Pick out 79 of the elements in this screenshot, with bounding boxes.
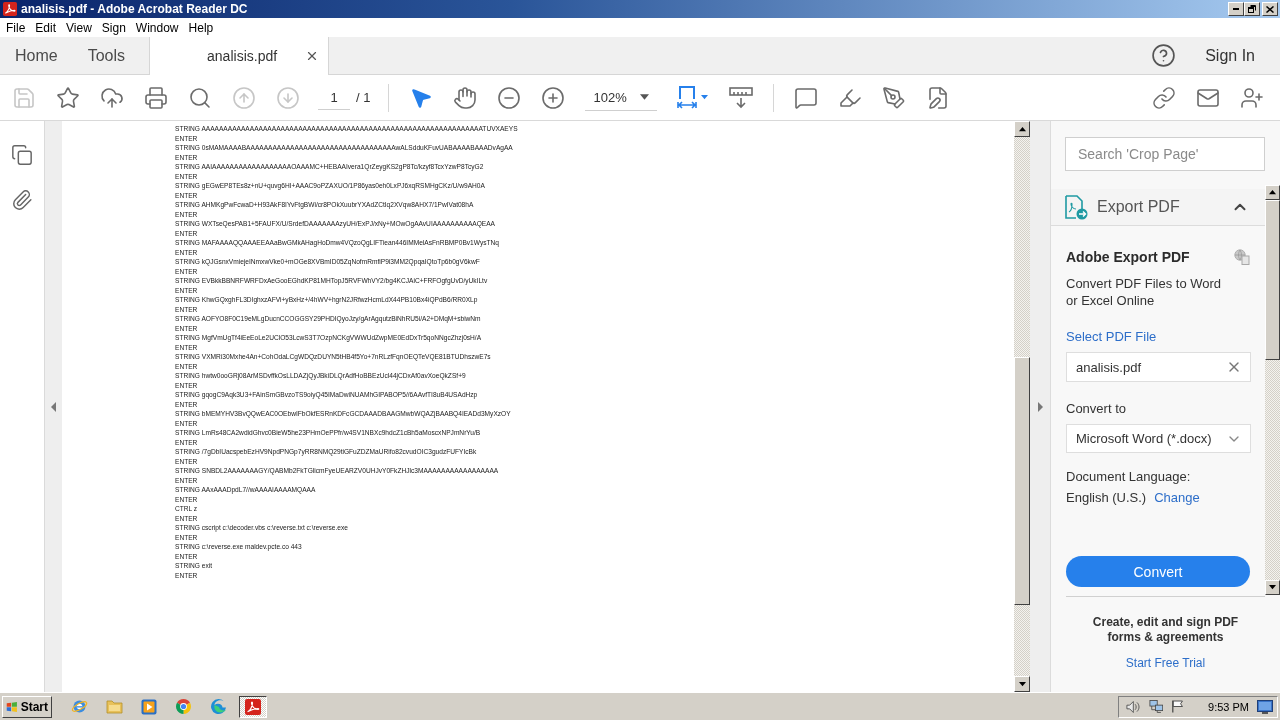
close-icon bbox=[1266, 5, 1274, 13]
zoom-dropdown[interactable]: 102% bbox=[585, 84, 658, 111]
nav-tab[interactable]: Home bbox=[0, 37, 73, 74]
scroll-up-button[interactable] bbox=[1014, 121, 1030, 137]
select-file-link[interactable]: Select PDF File bbox=[1066, 328, 1157, 345]
export-pdf-section-header[interactable]: Export PDF bbox=[1051, 189, 1265, 226]
menu-item[interactable]: File bbox=[1, 20, 31, 35]
paperclip-icon[interactable] bbox=[11, 189, 33, 211]
scroll-down-button[interactable] bbox=[1265, 580, 1280, 595]
export-pdf-icon bbox=[1064, 194, 1088, 220]
window-title: analisis.pdf - Adobe Acrobat Reader DC bbox=[21, 2, 248, 16]
document-tab[interactable]: analisis.pdf bbox=[149, 37, 330, 75]
up-arrow-icon bbox=[1018, 125, 1026, 133]
search-icon[interactable] bbox=[188, 85, 212, 110]
zoom-in-icon[interactable] bbox=[541, 85, 566, 110]
restore-icon bbox=[1248, 5, 1256, 13]
close-button[interactable] bbox=[1262, 2, 1278, 16]
menu-item[interactable]: Edit bbox=[30, 20, 62, 35]
section-heading: Adobe Export PDF bbox=[1066, 248, 1190, 266]
page-count: / 1 bbox=[356, 90, 371, 105]
hand-icon[interactable] bbox=[453, 85, 478, 110]
star-icon[interactable] bbox=[56, 85, 80, 110]
menu-item[interactable]: Help bbox=[183, 20, 219, 35]
down-arrow-icon bbox=[1269, 584, 1276, 591]
desktop-icon[interactable] bbox=[1257, 699, 1273, 714]
print-icon[interactable] bbox=[144, 85, 168, 110]
format-dropdown[interactable]: Microsoft Word (*.docx) bbox=[1066, 424, 1251, 453]
pen-icon[interactable] bbox=[882, 85, 907, 110]
file-field[interactable]: analisis.pdf bbox=[1066, 352, 1251, 382]
windows-logo-icon bbox=[6, 699, 18, 714]
menu-item[interactable]: View bbox=[61, 20, 97, 35]
page-number-field[interactable]: 1 bbox=[318, 85, 350, 110]
caret-icon bbox=[640, 93, 650, 101]
sign-in-button[interactable]: Sign In bbox=[1205, 46, 1255, 65]
pages-icon[interactable] bbox=[11, 144, 33, 166]
down-arrow-icon bbox=[1018, 680, 1026, 688]
field-label: Document Language: bbox=[1066, 468, 1191, 485]
promo-text: Create, edit and sign PDF forms & agreements bbox=[1091, 615, 1240, 645]
clock: 9:53 PM bbox=[1208, 700, 1249, 713]
change-link[interactable]: Change bbox=[1154, 489, 1200, 506]
search-field[interactable]: Search 'Crop Page' bbox=[1065, 137, 1265, 171]
browser-icon[interactable] bbox=[71, 698, 88, 715]
scrollbar-thumb[interactable] bbox=[1014, 357, 1030, 605]
media-player-icon[interactable] bbox=[141, 698, 157, 715]
network-icon[interactable] bbox=[1148, 699, 1164, 714]
scroll-mode-icon[interactable] bbox=[729, 86, 754, 109]
menu-item[interactable]: Sign bbox=[96, 20, 131, 35]
minimize-icon bbox=[1233, 8, 1239, 10]
pdf-logo-icon bbox=[3, 2, 17, 16]
task-button[interactable] bbox=[239, 695, 267, 718]
cloud-upload-icon[interactable] bbox=[100, 85, 124, 110]
flag-icon[interactable] bbox=[1171, 699, 1185, 714]
fit-page-icon[interactable] bbox=[676, 86, 699, 109]
zoom-out-icon[interactable] bbox=[497, 85, 522, 110]
restore-button[interactable] bbox=[1244, 2, 1260, 16]
scroll-up-button[interactable] bbox=[1265, 185, 1280, 200]
globe-document-icon bbox=[1234, 249, 1250, 265]
scroll-down-button[interactable] bbox=[1014, 676, 1030, 692]
speaker-icon[interactable] bbox=[1126, 699, 1141, 714]
menu-item[interactable]: Window bbox=[130, 20, 184, 35]
comment-icon[interactable] bbox=[794, 85, 819, 110]
nav-tab[interactable]: Tools bbox=[72, 37, 141, 74]
left-arrow-icon[interactable] bbox=[50, 401, 57, 412]
up-arrow-icon bbox=[1269, 189, 1276, 196]
field-label: Convert to bbox=[1066, 400, 1126, 417]
caret-icon[interactable] bbox=[701, 94, 709, 101]
add-user-icon[interactable] bbox=[1240, 85, 1264, 110]
language-value: English (U.S.) bbox=[1066, 489, 1147, 506]
convert-button[interactable]: Convert bbox=[1066, 556, 1250, 587]
help-icon[interactable] bbox=[1151, 43, 1177, 68]
browser-icon[interactable] bbox=[175, 698, 192, 715]
description-text: Convert PDF Files to Word or Excel Online bbox=[1066, 275, 1223, 309]
start-trial-link[interactable]: Start Free Trial bbox=[1125, 655, 1206, 672]
pdf-icon bbox=[245, 698, 261, 715]
minimize-button[interactable] bbox=[1228, 2, 1244, 16]
start-button[interactable]: Start bbox=[2, 695, 52, 718]
link-icon[interactable] bbox=[1152, 85, 1176, 110]
right-arrow-icon[interactable] bbox=[1036, 401, 1044, 412]
scrollbar-thumb[interactable] bbox=[1265, 200, 1280, 360]
